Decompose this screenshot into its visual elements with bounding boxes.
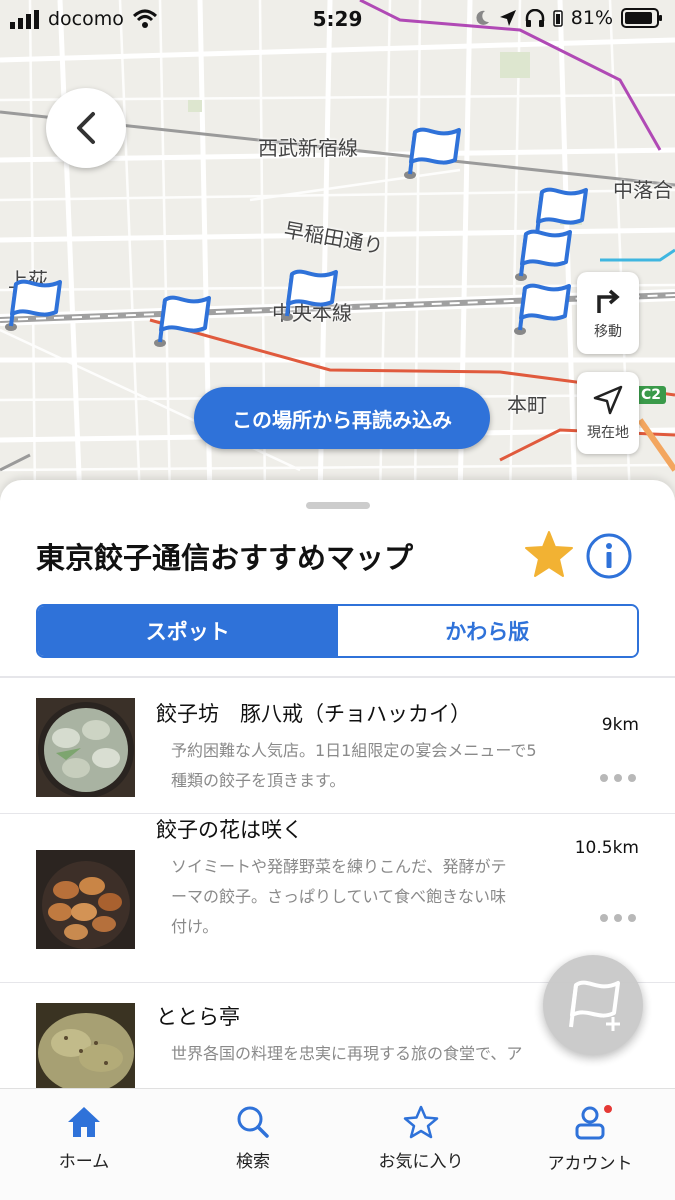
- headphones-icon: [525, 9, 545, 27]
- turn-right-arrow-icon: [597, 289, 620, 313]
- map-flag-pin[interactable]: [153, 292, 213, 350]
- add-flag-button[interactable]: [543, 955, 643, 1055]
- spot-distance: 9km: [601, 715, 639, 735]
- spot-description: 予約困難な人気店。1日1組限定の宴会メニューで5 種類の餃子を頂きます。: [171, 736, 566, 796]
- tab-account[interactable]: アカウント: [520, 1105, 660, 1174]
- location-arrow-icon: [499, 10, 516, 26]
- more-options-icon[interactable]: [600, 914, 636, 922]
- spot-description-line: 付け。: [171, 917, 219, 936]
- divider: [0, 676, 675, 678]
- more-options-icon[interactable]: [600, 774, 636, 782]
- spot-title: 餃子の花は咲く: [156, 818, 303, 842]
- map-flag-pin[interactable]: [4, 276, 64, 334]
- tab-search-label: 検索: [236, 1152, 270, 1172]
- spot-description-line: 種類の餃子を頂きます。: [171, 771, 346, 790]
- status-right: 81%: [473, 7, 663, 29]
- sheet-grabber[interactable]: [306, 502, 370, 509]
- map-flag-pin[interactable]: [513, 280, 573, 338]
- battery-vertical-icon: [553, 10, 563, 27]
- moon-icon: [476, 10, 489, 25]
- tab-kawaraban[interactable]: かわら版: [337, 606, 637, 656]
- home-icon: [68, 1107, 100, 1137]
- tab-search[interactable]: 検索: [183, 1105, 323, 1172]
- spot-description-line: ーマの餃子。さっぱりしていて食べ飽きない味: [171, 887, 507, 906]
- star-outline-icon: [403, 1105, 439, 1139]
- map-title: 東京餃子通信おすすめマップ: [36, 541, 414, 575]
- reload-here-button[interactable]: この場所から再読み込み: [194, 387, 490, 449]
- spot-distance: 10.5km: [574, 838, 639, 858]
- spot-thumbnail: [36, 850, 135, 949]
- search-icon: [237, 1106, 269, 1138]
- back-button[interactable]: [46, 88, 126, 168]
- tab-home[interactable]: ホーム: [14, 1105, 154, 1172]
- map-label-seibu-line: 西武新宿線: [258, 136, 358, 160]
- map-flag-pin[interactable]: [280, 266, 340, 324]
- tab-favorites[interactable]: お気に入り: [351, 1105, 491, 1172]
- move-button[interactable]: 移動: [577, 272, 639, 354]
- battery-percent: 81%: [570, 7, 613, 29]
- info-icon[interactable]: [585, 532, 633, 580]
- spot-description-line: 予約困難な人気店。1日1組限定の宴会メニューで5: [171, 741, 537, 760]
- map-view[interactable]: 西武新宿線 早稲田通り 中央本線 中落合 本町 上荻 C2 docomo 5:2…: [0, 0, 675, 500]
- status-bar: docomo 5:29 81%: [0, 0, 675, 40]
- move-button-label: 移動: [594, 324, 622, 340]
- current-location-button[interactable]: 現在地: [577, 372, 639, 454]
- spot-title: 餃子坊 豚八戒（チョハッカイ）: [156, 702, 471, 726]
- tab-spots[interactable]: スポット: [38, 606, 338, 656]
- add-flag-icon: [569, 980, 620, 1031]
- map-label-nakaochiai: 中落合: [613, 178, 673, 202]
- tab-home-label: ホーム: [58, 1152, 110, 1172]
- notification-badge: [602, 1103, 614, 1115]
- favorite-star-icon[interactable]: [524, 530, 574, 578]
- tab-favorites-label: お気に入り: [378, 1152, 464, 1172]
- divider: [0, 813, 675, 814]
- map-label-honcho: 本町: [507, 393, 547, 417]
- battery-icon: [621, 8, 662, 28]
- segmented-control: スポット かわら版: [36, 604, 639, 658]
- spot-description-line: 世界各国の料理を忠実に再現する旅の食堂で、ア: [171, 1044, 523, 1063]
- spot-description-line: ソイミートや発酵野菜を練りこんだ、発酵がテ: [171, 857, 507, 876]
- chevron-left-icon: [77, 112, 95, 144]
- spot-thumbnail: [36, 1003, 135, 1090]
- spot-description: ソイミートや発酵野菜を練りこんだ、発酵がテ ーマの餃子。さっぱりしていて食べ飽き…: [171, 852, 566, 942]
- map-flag-pin[interactable]: [403, 124, 463, 182]
- spot-thumbnail: [36, 698, 135, 797]
- map-route-shield-c2: C2: [636, 386, 667, 404]
- current-location-label: 現在地: [587, 425, 629, 441]
- spot-title: ととら亭: [156, 1005, 240, 1029]
- spot-description: 世界各国の料理を忠実に再現する旅の食堂で、ア: [171, 1039, 566, 1069]
- map-flag-pin[interactable]: [514, 226, 574, 284]
- tab-bar: ホーム 検索 お気に入り アカウント: [0, 1088, 675, 1200]
- navigation-arrow-icon: [593, 385, 623, 415]
- tab-account-label: アカウント: [547, 1154, 633, 1174]
